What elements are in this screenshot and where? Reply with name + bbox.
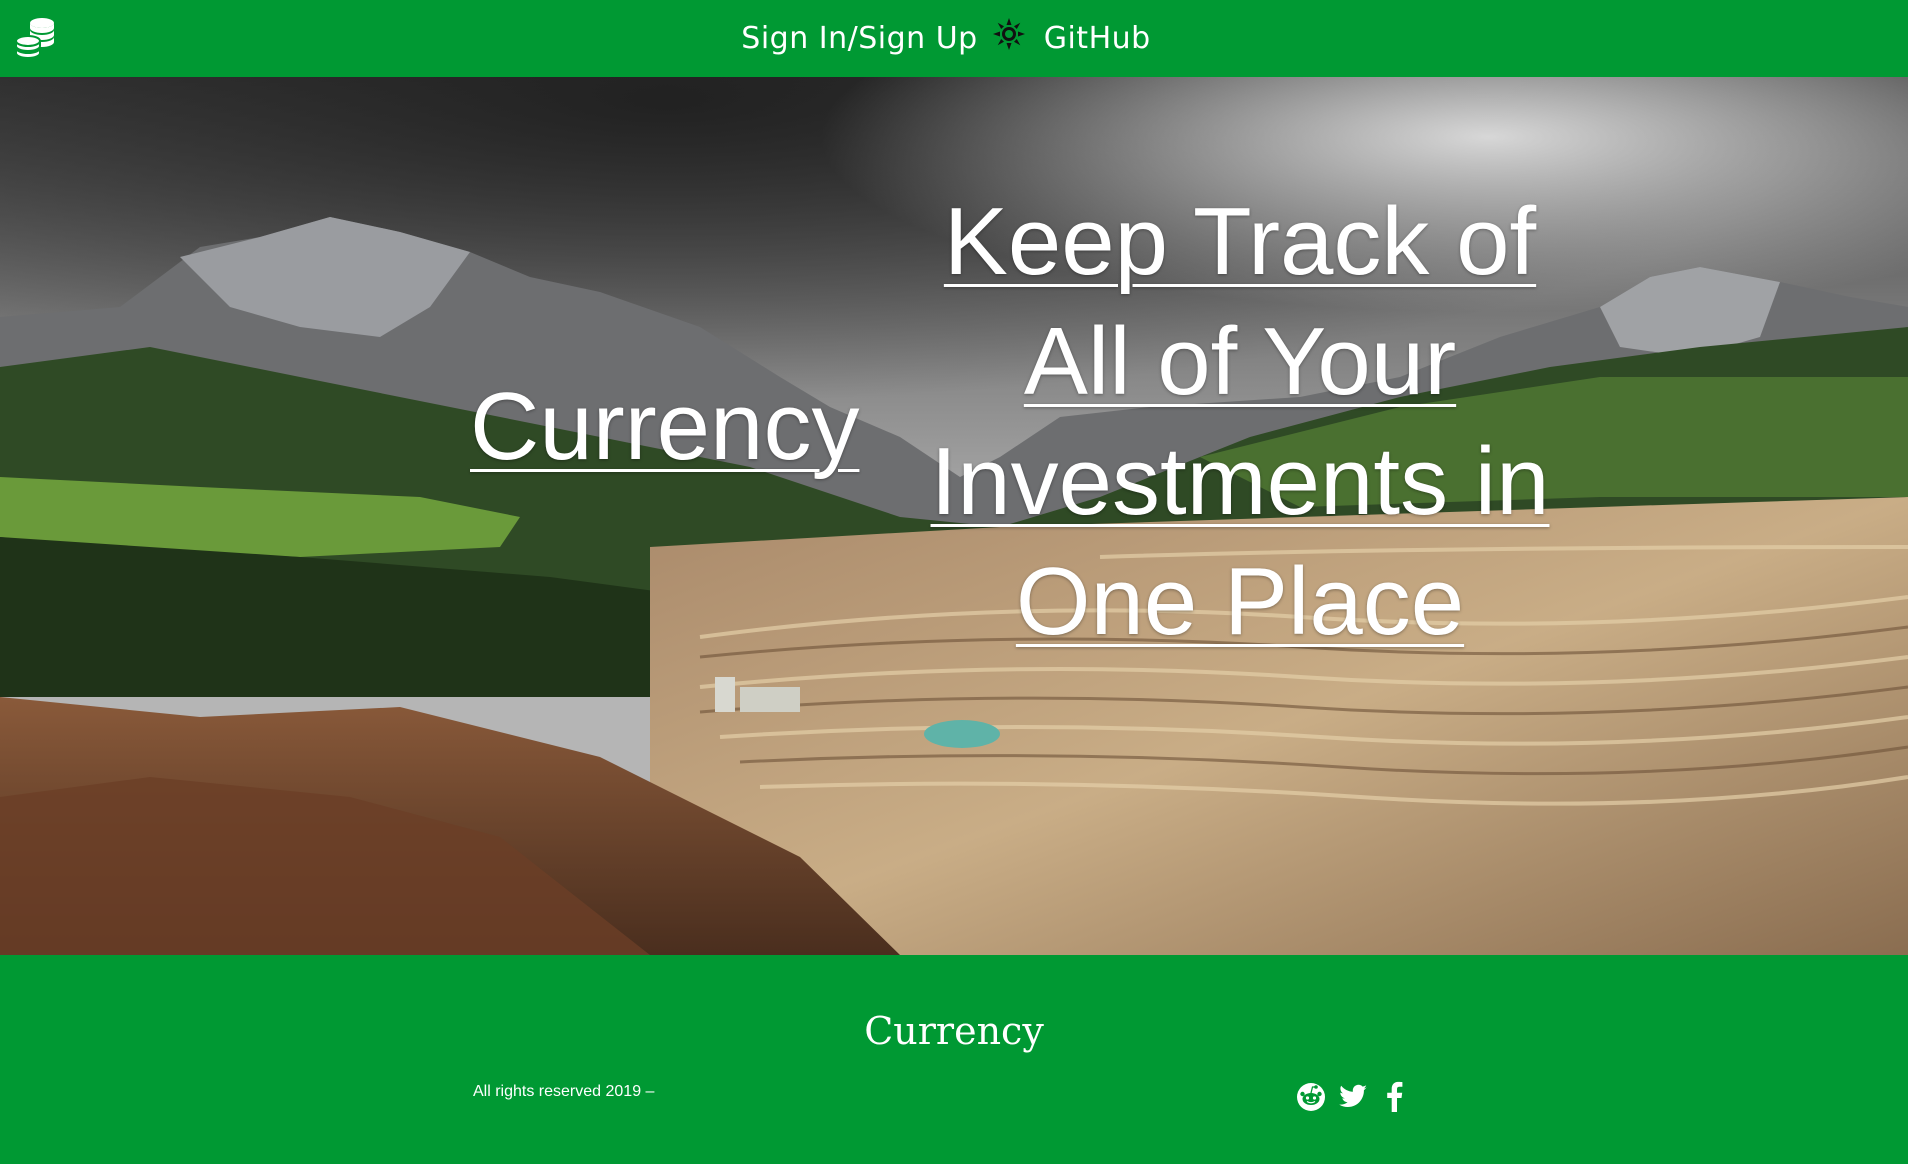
hero-section: Currency Keep Track of All of Your Inves…: [0, 77, 1908, 955]
reddit-icon[interactable]: [1296, 1080, 1326, 1112]
sun-icon[interactable]: [992, 17, 1026, 51]
footer-brand: Currency: [864, 1009, 1044, 1053]
hero-tagline: Keep Track of All of Your Investments in…: [930, 188, 1550, 655]
nav-links: Sign In/Sign Up GitHub: [741, 17, 1150, 61]
copyright-text: All rights reserved 2019 –: [473, 1083, 655, 1100]
coins-logo-icon[interactable]: [14, 16, 58, 60]
navbar: Sign In/Sign Up GitHub: [0, 0, 1908, 77]
footer: Currency All rights reserved 2019 –: [0, 955, 1908, 1164]
signin-link[interactable]: Sign In/Sign Up: [741, 21, 977, 56]
twitter-icon[interactable]: [1338, 1080, 1368, 1112]
hero-brand-link[interactable]: Currency: [470, 372, 859, 482]
github-link[interactable]: GitHub: [1044, 21, 1151, 56]
facebook-icon[interactable]: [1380, 1080, 1410, 1112]
social-links: [1296, 1080, 1410, 1112]
